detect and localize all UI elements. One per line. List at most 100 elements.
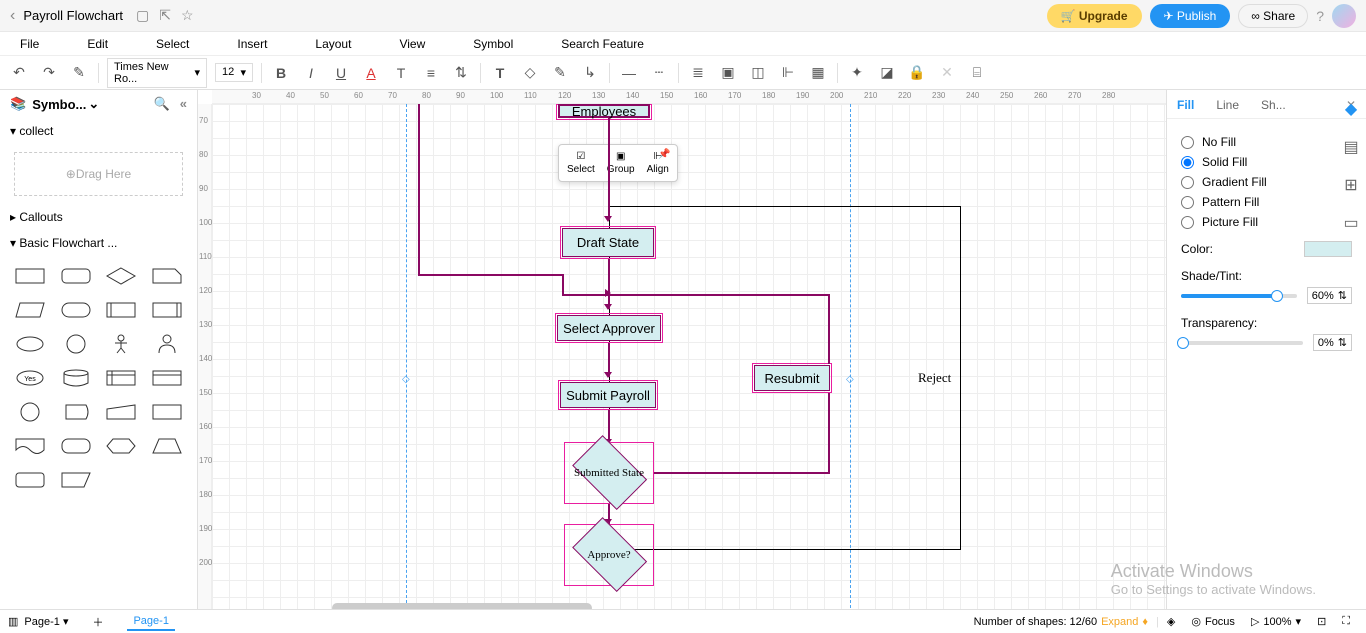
shape-bottom-row2[interactable]	[56, 466, 96, 494]
underline-button[interactable]: U	[330, 62, 352, 84]
shape-manual-input[interactable]	[102, 398, 142, 426]
radio-picture-fill[interactable]: Picture Fill	[1181, 215, 1352, 229]
font-size-select[interactable]: 12▾	[215, 63, 253, 82]
node-select-approver[interactable]: Select Approver	[557, 315, 661, 341]
back-button[interactable]: ‹	[10, 7, 15, 25]
menu-layout[interactable]: Layout	[315, 37, 351, 51]
arrange-button[interactable]: ≣	[687, 62, 709, 84]
redo-button[interactable]: ↷	[38, 62, 60, 84]
export-icon[interactable]: ⇱	[159, 7, 171, 24]
menu-search[interactable]: Search Feature	[561, 37, 644, 51]
shape-bottom-row1[interactable]	[10, 466, 50, 494]
shade-slider[interactable]	[1181, 294, 1297, 298]
node-draft-state[interactable]: Draft State	[562, 228, 654, 257]
shape-cylinder[interactable]	[56, 364, 96, 392]
shape-card[interactable]	[147, 262, 187, 290]
radio-no-fill[interactable]: No Fill	[1181, 135, 1352, 149]
line-style-button[interactable]: —	[618, 62, 640, 84]
drag-here-box[interactable]: ⊕ Drag Here	[14, 152, 183, 196]
italic-button[interactable]: I	[300, 62, 322, 84]
upgrade-button[interactable]: 🛒 Upgrade	[1047, 4, 1142, 28]
node-employees[interactable]: Employees	[558, 104, 650, 118]
menu-symbol[interactable]: Symbol	[473, 37, 513, 51]
align-button[interactable]: ≡	[420, 62, 442, 84]
shape-diamond[interactable]	[102, 262, 142, 290]
zoom-control[interactable]: ▷ 100% ▾	[1251, 615, 1301, 628]
shape-rect2[interactable]	[147, 398, 187, 426]
fullscreen-icon[interactable]: ⛶	[1342, 615, 1350, 628]
canvas-area[interactable]: 3040506070809010011012013014015016017018…	[198, 90, 1166, 613]
publish-button[interactable]: ✈ Publish	[1150, 4, 1231, 28]
shape-predefined2[interactable]	[147, 296, 187, 324]
node-approve[interactable]: Approve?	[564, 524, 654, 586]
menu-file[interactable]: File	[20, 37, 39, 51]
section-callouts[interactable]: ▸ Callouts	[0, 204, 197, 230]
popup-group[interactable]: ▣Group	[607, 151, 635, 175]
shape-rounded-rect[interactable]	[56, 262, 96, 290]
transparency-value[interactable]: 0%⇅	[1313, 334, 1352, 351]
undo-button[interactable]: ↶	[8, 62, 30, 84]
shape-rounded2[interactable]	[56, 432, 96, 460]
group-button[interactable]: ▣	[717, 62, 739, 84]
tools-button[interactable]: ✕	[936, 62, 958, 84]
shape-rectangle[interactable]	[10, 262, 50, 290]
shape-document[interactable]	[10, 432, 50, 460]
menu-insert[interactable]: Insert	[237, 37, 267, 51]
shape-stadium[interactable]	[56, 296, 96, 324]
format-painter-icon[interactable]: ✎	[68, 62, 90, 84]
shape-circle[interactable]	[56, 330, 96, 358]
section-basic-flowchart[interactable]: ▾ Basic Flowchart ...	[0, 230, 197, 256]
font-color-button[interactable]: A	[360, 62, 382, 84]
line-color-button[interactable]: ✎	[549, 62, 571, 84]
pin-icon[interactable]: 📌	[658, 149, 670, 160]
radio-pattern-fill[interactable]: Pattern Fill	[1181, 195, 1352, 209]
shape-trapezoid[interactable]	[147, 432, 187, 460]
shape-ellipse[interactable]	[10, 330, 50, 358]
popup-select[interactable]: ☑Select	[567, 151, 595, 175]
color-swatch[interactable]	[1304, 241, 1352, 257]
dash-style-button[interactable]: ┄	[648, 62, 670, 84]
bold-button[interactable]: B	[270, 62, 292, 84]
effects-button[interactable]: ✦	[846, 62, 868, 84]
add-page-button[interactable]: ＋	[92, 614, 103, 630]
text-format-button[interactable]: T	[390, 62, 412, 84]
font-select[interactable]: Times New Ro...▾	[107, 58, 207, 88]
collapse-icon[interactable]: «	[180, 96, 187, 112]
tab-fill[interactable]: Fill	[1177, 98, 1194, 112]
fit-page-button[interactable]: ⌸	[966, 62, 988, 84]
menu-view[interactable]: View	[399, 37, 425, 51]
shape-predefined[interactable]	[102, 296, 142, 324]
save-icon[interactable]: ▢	[136, 7, 149, 24]
guide-left[interactable]	[406, 104, 407, 613]
tab-shape[interactable]: Sh...	[1261, 98, 1286, 112]
shape-header-rect[interactable]	[147, 364, 187, 392]
ungroup-button[interactable]: ◫	[747, 62, 769, 84]
shape-parallelogram[interactable]	[10, 296, 50, 324]
menu-edit[interactable]: Edit	[87, 37, 108, 51]
transparency-slider[interactable]	[1181, 341, 1303, 345]
align-objects-button[interactable]: ⊩	[777, 62, 799, 84]
node-submit-payroll[interactable]: Submit Payroll	[560, 382, 656, 408]
rail-layers-icon[interactable]: ▤	[1342, 138, 1360, 156]
share-button[interactable]: ∞ Share	[1238, 4, 1308, 28]
page-select[interactable]: Page-1 ▾	[24, 615, 68, 628]
shape-sequential[interactable]	[56, 398, 96, 426]
help-icon[interactable]: ?	[1316, 8, 1324, 24]
text-tool-button[interactable]: T	[489, 62, 511, 84]
section-collect[interactable]: ▾ collect	[0, 118, 197, 144]
focus-button[interactable]: ◎ Focus	[1191, 615, 1235, 628]
node-submitted-state[interactable]: Submitted State	[564, 442, 654, 504]
rail-comment-icon[interactable]: ▭	[1342, 214, 1360, 232]
shade-value[interactable]: 60%⇅	[1307, 287, 1352, 304]
minimap-icon[interactable]: ⊡	[1317, 615, 1326, 628]
expand-link[interactable]: Expand	[1101, 616, 1138, 628]
search-icon[interactable]: 🔍	[154, 96, 170, 112]
pages-icon[interactable]: ▥	[8, 615, 18, 628]
fill-button[interactable]: ◇	[519, 62, 541, 84]
shape-yes[interactable]: Yes	[10, 364, 50, 392]
shape-actor[interactable]	[102, 330, 142, 358]
radio-solid-fill[interactable]: Solid Fill	[1181, 155, 1352, 169]
avatar[interactable]	[1332, 4, 1356, 28]
line-spacing-button[interactable]: ⇅	[450, 62, 472, 84]
connector-button[interactable]: ↳	[579, 62, 601, 84]
